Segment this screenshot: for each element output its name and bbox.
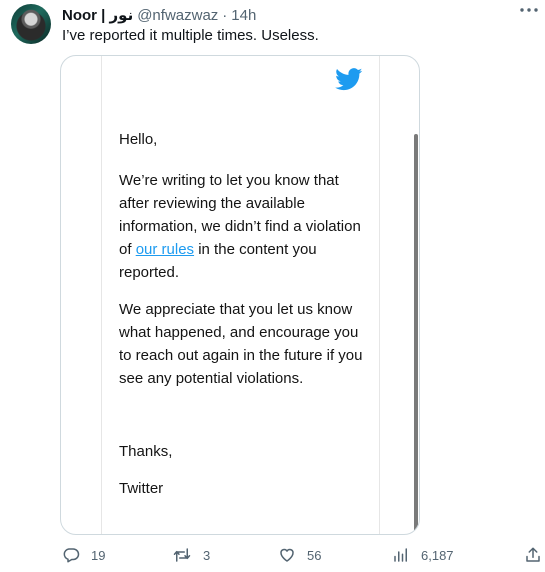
views-icon [394, 548, 407, 562]
email-body: Hello, We’re writing to let you know tha… [119, 128, 369, 514]
email-greeting: Hello, [119, 131, 158, 148]
margin-guide-right [379, 56, 380, 534]
email-signature: Twitter [119, 480, 164, 497]
avatar[interactable] [11, 4, 51, 44]
like-count: 56 [307, 547, 322, 563]
reply-icon [63, 548, 80, 563]
tweet-text: I’ve reported it multiple times. Useless… [62, 27, 319, 44]
views-count: 6,187 [421, 547, 454, 563]
like-icon [280, 548, 294, 562]
more-icon[interactable] [519, 2, 539, 18]
reply-button[interactable]: 19 [62, 546, 105, 564]
separator-dot: · [222, 6, 228, 24]
retweet-icon [173, 548, 191, 562]
author-name[interactable]: Noor | نور [62, 6, 133, 24]
email-thanks: Thanks, [119, 443, 173, 460]
timestamp[interactable]: 14h [231, 7, 256, 24]
email-paragraph-2: We appreciate that you let us know what … [119, 301, 363, 387]
share-button[interactable] [524, 546, 542, 564]
retweet-button[interactable]: 3 [172, 546, 210, 564]
action-bar: 19 3 56 6,187 [58, 544, 545, 566]
reply-count: 19 [91, 547, 106, 563]
twitter-bird-icon [335, 68, 363, 91]
share-icon [526, 547, 540, 562]
our-rules-link[interactable]: our rules [136, 241, 194, 258]
retweet-count: 3 [203, 547, 211, 563]
margin-guide-left [101, 56, 102, 534]
author-handle[interactable]: @nfwazwaz [137, 7, 218, 24]
views-button[interactable]: 6,187 [392, 546, 454, 564]
like-button[interactable]: 56 [278, 546, 321, 564]
email-paragraph-1: We’re writing to let you know that after… [119, 169, 369, 284]
scrollbar-thumb [414, 134, 418, 534]
attached-image[interactable]: Hello, We’re writing to let you know tha… [60, 55, 420, 535]
tweet-header: Noor | نور @nfwazwaz · 14h [62, 5, 535, 25]
